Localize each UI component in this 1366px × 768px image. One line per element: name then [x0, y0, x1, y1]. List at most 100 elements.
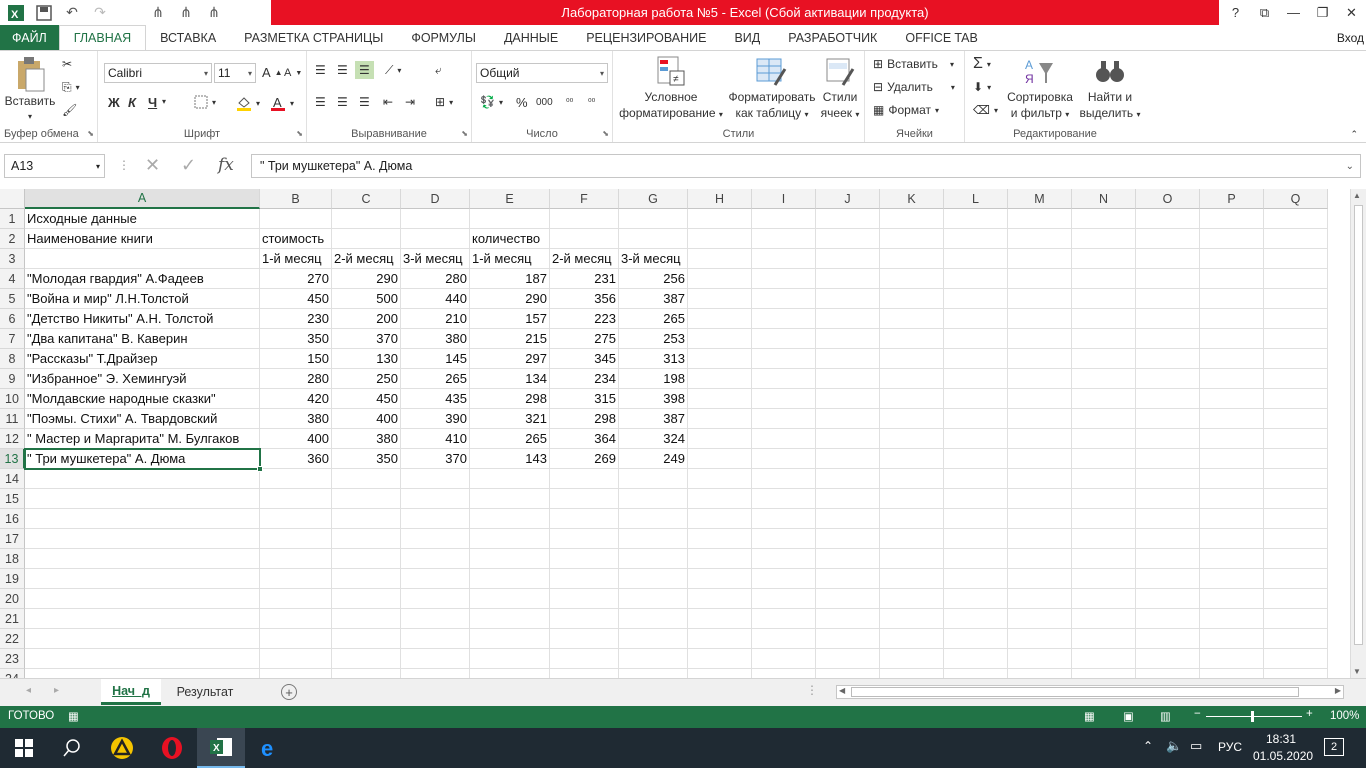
- cell-l15[interactable]: [944, 489, 1008, 509]
- cell-j22[interactable]: [816, 629, 880, 649]
- row-header-6[interactable]: 6: [0, 309, 25, 329]
- cell-p15[interactable]: [1200, 489, 1264, 509]
- cell-b16[interactable]: [260, 509, 332, 529]
- cell-styles-button[interactable]: Стили ячеек ▾: [817, 55, 863, 123]
- decrease-indent-icon[interactable]: ⇤: [383, 95, 393, 109]
- cell-j21[interactable]: [816, 609, 880, 629]
- cell-h22[interactable]: [688, 629, 752, 649]
- row-header-16[interactable]: 16: [0, 509, 25, 529]
- cell-l12[interactable]: [944, 429, 1008, 449]
- cell-q7[interactable]: [1264, 329, 1328, 349]
- cell-a1[interactable]: Исходные данные: [25, 209, 260, 229]
- cell-k16[interactable]: [880, 509, 944, 529]
- cell-o19[interactable]: [1136, 569, 1200, 589]
- cell-g1[interactable]: [619, 209, 688, 229]
- tab-developer[interactable]: РАЗРАБОТЧИК: [774, 25, 891, 50]
- cut-icon[interactable]: ✂: [62, 57, 72, 71]
- borders-icon[interactable]: ▾: [194, 95, 216, 109]
- cell-o13[interactable]: [1136, 449, 1200, 469]
- cell-e19[interactable]: [470, 569, 550, 589]
- cell-c11[interactable]: 400: [332, 409, 401, 429]
- underline-dropdown-icon[interactable]: ▾: [162, 97, 166, 106]
- cell-d8[interactable]: 145: [401, 349, 470, 369]
- column-header-f[interactable]: F: [550, 189, 619, 209]
- cell-q16[interactable]: [1264, 509, 1328, 529]
- page-layout-view-icon[interactable]: ▣: [1123, 709, 1134, 723]
- cell-p14[interactable]: [1200, 469, 1264, 489]
- cell-d4[interactable]: 280: [401, 269, 470, 289]
- cell-l5[interactable]: [944, 289, 1008, 309]
- delete-cells-button[interactable]: ⊟ Удалить ▾: [873, 80, 955, 94]
- cell-m3[interactable]: [1008, 249, 1072, 269]
- cell-k7[interactable]: [880, 329, 944, 349]
- cell-h20[interactable]: [688, 589, 752, 609]
- cell-c3[interactable]: 2-й месяц: [332, 249, 401, 269]
- cell-a14[interactable]: [25, 469, 260, 489]
- cell-a21[interactable]: [25, 609, 260, 629]
- cell-n13[interactable]: [1072, 449, 1136, 469]
- cell-c14[interactable]: [332, 469, 401, 489]
- cell-o20[interactable]: [1136, 589, 1200, 609]
- vertical-scrollbar[interactable]: ▲ ▼: [1350, 189, 1366, 678]
- cell-k11[interactable]: [880, 409, 944, 429]
- cell-l2[interactable]: [944, 229, 1008, 249]
- cell-d2[interactable]: [401, 229, 470, 249]
- cell-f24[interactable]: [550, 669, 619, 678]
- cell-h16[interactable]: [688, 509, 752, 529]
- cell-a22[interactable]: [25, 629, 260, 649]
- cell-g23[interactable]: [619, 649, 688, 669]
- cell-a20[interactable]: [25, 589, 260, 609]
- cell-i24[interactable]: [752, 669, 816, 678]
- cell-c15[interactable]: [332, 489, 401, 509]
- cell-i23[interactable]: [752, 649, 816, 669]
- cell-j4[interactable]: [816, 269, 880, 289]
- column-header-a[interactable]: A: [25, 189, 260, 209]
- cell-q24[interactable]: [1264, 669, 1328, 678]
- cell-i6[interactable]: [752, 309, 816, 329]
- cell-e5[interactable]: 290: [470, 289, 550, 309]
- cell-g18[interactable]: [619, 549, 688, 569]
- cell-l17[interactable]: [944, 529, 1008, 549]
- cell-b18[interactable]: [260, 549, 332, 569]
- cell-j18[interactable]: [816, 549, 880, 569]
- row-header-9[interactable]: 9: [0, 369, 25, 389]
- cell-m13[interactable]: [1008, 449, 1072, 469]
- cell-a15[interactable]: [25, 489, 260, 509]
- cell-m15[interactable]: [1008, 489, 1072, 509]
- autosum-icon[interactable]: Σ ▾: [973, 55, 991, 73]
- language-indicator[interactable]: РУС: [1218, 740, 1242, 754]
- cell-j5[interactable]: [816, 289, 880, 309]
- cell-d23[interactable]: [401, 649, 470, 669]
- cell-j2[interactable]: [816, 229, 880, 249]
- cell-h21[interactable]: [688, 609, 752, 629]
- row-header-19[interactable]: 19: [0, 569, 25, 589]
- column-header-j[interactable]: J: [816, 189, 880, 209]
- cell-e18[interactable]: [470, 549, 550, 569]
- cell-i9[interactable]: [752, 369, 816, 389]
- cell-j23[interactable]: [816, 649, 880, 669]
- cell-p9[interactable]: [1200, 369, 1264, 389]
- row-header-7[interactable]: 7: [0, 329, 25, 349]
- cell-q10[interactable]: [1264, 389, 1328, 409]
- cell-h15[interactable]: [688, 489, 752, 509]
- cell-e22[interactable]: [470, 629, 550, 649]
- cell-i22[interactable]: [752, 629, 816, 649]
- cell-c21[interactable]: [332, 609, 401, 629]
- select-all-corner[interactable]: [0, 189, 25, 209]
- cell-c16[interactable]: [332, 509, 401, 529]
- cell-k4[interactable]: [880, 269, 944, 289]
- cell-l13[interactable]: [944, 449, 1008, 469]
- edge-icon[interactable]: e: [246, 728, 294, 768]
- cell-p24[interactable]: [1200, 669, 1264, 678]
- clock-time[interactable]: 18:31: [1266, 732, 1296, 746]
- cell-p18[interactable]: [1200, 549, 1264, 569]
- cell-b20[interactable]: [260, 589, 332, 609]
- cell-d24[interactable]: [401, 669, 470, 678]
- sheet-tab-nach-d[interactable]: Нач_д: [101, 679, 161, 705]
- cell-p17[interactable]: [1200, 529, 1264, 549]
- cell-b14[interactable]: [260, 469, 332, 489]
- cell-h2[interactable]: [688, 229, 752, 249]
- cell-d3[interactable]: 3-й месяц: [401, 249, 470, 269]
- scroll-down-icon[interactable]: ▼: [1353, 667, 1361, 676]
- tab-splitter-icon[interactable]: ⋮: [806, 683, 818, 697]
